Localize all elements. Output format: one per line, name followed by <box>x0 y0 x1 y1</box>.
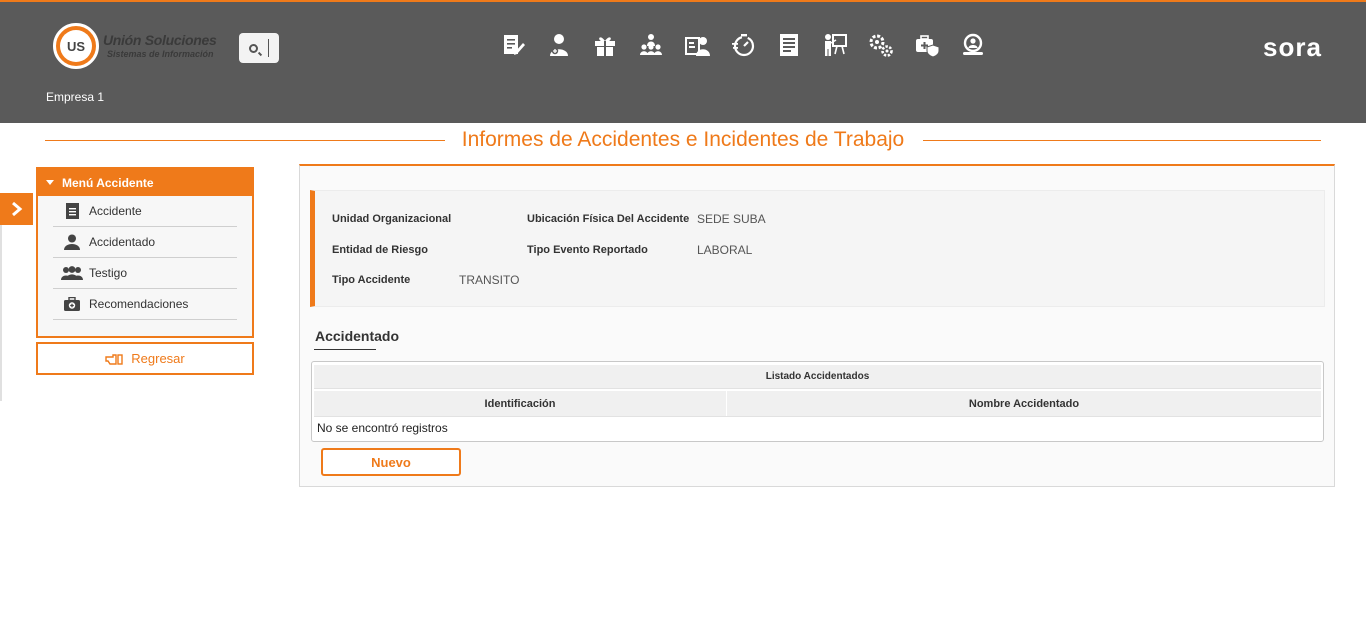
grid-header: Identificación Nombre Accidentado <box>314 391 1321 416</box>
grid-caption: Listado Accidentados <box>314 365 1321 389</box>
users-group-icon <box>61 266 83 280</box>
company-logo[interactable]: US Unión Soluciones Sistemas de Informac… <box>53 23 223 69</box>
chevron-right-icon <box>11 201 22 217</box>
unidad-label: Unidad Organizacional <box>332 213 452 225</box>
sidebar-toggle-button[interactable] <box>0 193 33 225</box>
document-list-icon[interactable] <box>766 30 812 60</box>
sidebar-edge <box>0 225 2 401</box>
medical-kit-icon <box>61 297 83 311</box>
empty-row: No se encontró registros <box>314 416 1321 439</box>
menu-item-testigo[interactable]: Testigo <box>53 258 237 289</box>
accidentados-grid: Listado Accidentados Identificación Nomb… <box>311 361 1324 442</box>
section-title: Accidentado <box>315 328 400 344</box>
evento-value: LABORAL <box>697 243 753 257</box>
caret-down-icon <box>46 180 54 185</box>
accident-info-box: Unidad Organizacional Ubicación Física D… <box>310 190 1325 307</box>
tipo-accidente-value: TRANSITO <box>459 273 520 287</box>
column-header-nombre[interactable]: Nombre Accidentado <box>727 391 1321 416</box>
timer-icon[interactable] <box>720 30 766 60</box>
search-button[interactable] <box>239 33 279 63</box>
document-icon <box>61 203 83 219</box>
logo-subtitle: Sistemas de Información <box>107 49 214 59</box>
new-button[interactable]: Nuevo <box>321 448 461 476</box>
menu-item-label: Recomendaciones <box>89 297 189 311</box>
entidad-label: Entidad de Riesgo <box>332 244 428 256</box>
top-header: US Unión Soluciones Sistemas de Informac… <box>0 0 1366 123</box>
page-title: Informes de Accidentes e Incidentes de T… <box>452 128 914 151</box>
menu-item-accidente[interactable]: Accidente <box>53 196 237 227</box>
menu-title: Menú Accidente <box>62 175 154 190</box>
ubicacion-label: Ubicación Física Del Accidente <box>527 213 690 225</box>
page-title-bar: Informes de Accidentes e Incidentes de T… <box>45 126 1321 156</box>
tipo-accidente-label: Tipo Accidente <box>332 274 411 286</box>
ubicacion-value: SEDE SUBA <box>697 212 766 226</box>
report-edit-icon[interactable] <box>490 30 536 60</box>
back-label: Regresar <box>131 351 185 366</box>
user-search-icon[interactable] <box>950 30 996 60</box>
menu-item-label: Accidente <box>89 204 142 218</box>
menu-item-label: Testigo <box>89 266 128 280</box>
page-title-container: Informes de Accidentes e Incidentes de T… <box>45 128 1321 152</box>
company-name: Empresa 1 <box>46 90 105 104</box>
search-divider <box>268 39 269 57</box>
section-underline <box>314 349 376 350</box>
column-header-identificacion[interactable]: Identificación <box>314 391 726 416</box>
main-panel: Unidad Organizacional Ubicación Física D… <box>299 164 1335 487</box>
user-health-icon[interactable] <box>536 30 582 60</box>
evento-label: Tipo Evento Reportado <box>527 244 648 256</box>
people-group-icon[interactable] <box>628 30 674 60</box>
search-icon <box>249 43 258 53</box>
brand-logo: sora <box>1263 32 1322 63</box>
gift-icon[interactable] <box>582 30 628 60</box>
logo-emblem: US <box>53 23 99 69</box>
menu-item-label: Accidentado <box>89 235 156 249</box>
back-button[interactable]: Regresar <box>36 342 254 375</box>
id-card-user-icon[interactable] <box>674 30 720 60</box>
logo-badge: US <box>60 30 92 62</box>
accident-menu: Menú Accidente Accidente Accidentado Tes… <box>36 167 254 338</box>
teacher-board-icon[interactable] <box>812 30 858 60</box>
user-icon <box>61 234 83 250</box>
module-nav <box>490 30 996 60</box>
gears-icon[interactable] <box>858 30 904 60</box>
brand-name: sora <box>1263 32 1322 62</box>
menu-item-accidentado[interactable]: Accidentado <box>53 227 237 258</box>
logo-title: Unión Soluciones <box>103 32 217 48</box>
pointing-hand-icon <box>105 353 123 365</box>
menu-item-recomendaciones[interactable]: Recomendaciones <box>53 289 237 320</box>
medical-case-shield-icon[interactable] <box>904 30 950 60</box>
menu-header[interactable]: Menú Accidente <box>38 169 252 196</box>
